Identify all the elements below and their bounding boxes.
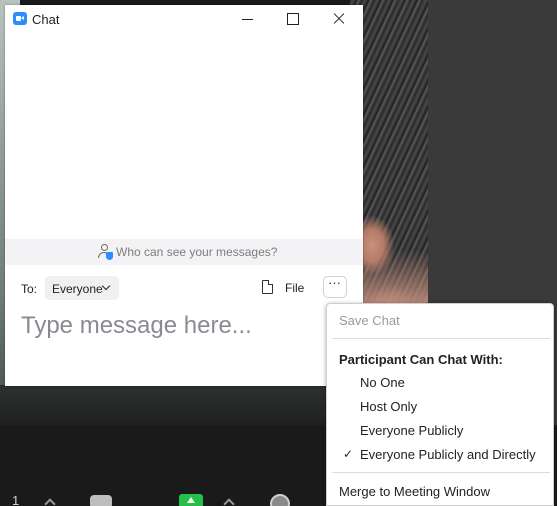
chat-toolbar-icon[interactable] xyxy=(90,495,112,506)
menu-heading: Participant Can Chat With: xyxy=(339,352,503,367)
maximize-button[interactable] xyxy=(270,5,316,33)
more-dots-icon: ··· xyxy=(328,275,341,290)
save-chat-label: Save Chat xyxy=(339,313,400,328)
file-icon xyxy=(262,280,273,294)
menu-item-label: No One xyxy=(360,375,405,390)
menu-item-everyone-publicly-directly[interactable]: ✓ Everyone Publicly and Directly xyxy=(327,443,553,467)
menu-item-everyone-publicly[interactable]: Everyone Publicly xyxy=(327,419,553,443)
privacy-user-icon xyxy=(98,244,113,260)
chevron-down-icon xyxy=(101,281,111,291)
chat-options-menu: Save Chat Participant Can Chat With: No … xyxy=(326,303,554,506)
menu-divider xyxy=(332,338,550,339)
chat-window: Chat Who can see your messages? To: Ever… xyxy=(5,5,363,386)
participants-count[interactable]: 1 xyxy=(12,493,19,506)
video-bottom-strip xyxy=(0,385,350,425)
checkmark-icon: ✓ xyxy=(343,447,354,461)
privacy-notice-bar[interactable]: Who can see your messages? xyxy=(5,239,363,265)
menu-item-host-only[interactable]: Host Only xyxy=(327,395,553,419)
file-button-label: File xyxy=(285,281,305,295)
messages-area xyxy=(5,33,363,239)
menu-item-label: Everyone Publicly xyxy=(360,423,464,438)
menu-item-no-one[interactable]: No One xyxy=(327,371,553,395)
recipient-value: Everyone xyxy=(52,282,103,296)
privacy-notice-text[interactable]: Who can see your messages? xyxy=(116,245,277,259)
window-title: Chat xyxy=(32,12,60,27)
zoom-app-icon xyxy=(13,12,27,25)
message-input[interactable] xyxy=(21,309,321,343)
recipient-dropdown[interactable]: Everyone xyxy=(45,276,119,300)
menu-item-label: Everyone Publicly and Directly xyxy=(360,447,536,462)
menu-item-label: Host Only xyxy=(360,399,418,414)
merge-label: Merge to Meeting Window xyxy=(339,484,491,499)
menu-divider xyxy=(332,472,550,473)
file-button[interactable]: File xyxy=(260,277,310,299)
to-label: To: xyxy=(21,282,38,296)
minimize-button[interactable] xyxy=(225,5,271,33)
chat-titlebar[interactable]: Chat xyxy=(5,5,363,33)
recipient-row: To: Everyone File ··· xyxy=(5,273,363,303)
menu-item-merge[interactable]: Merge to Meeting Window xyxy=(327,480,553,504)
share-screen-icon[interactable] xyxy=(179,494,203,506)
close-button[interactable] xyxy=(316,5,362,33)
more-options-button[interactable]: ··· xyxy=(323,275,347,298)
menu-item-save-chat[interactable]: Save Chat xyxy=(327,309,553,333)
